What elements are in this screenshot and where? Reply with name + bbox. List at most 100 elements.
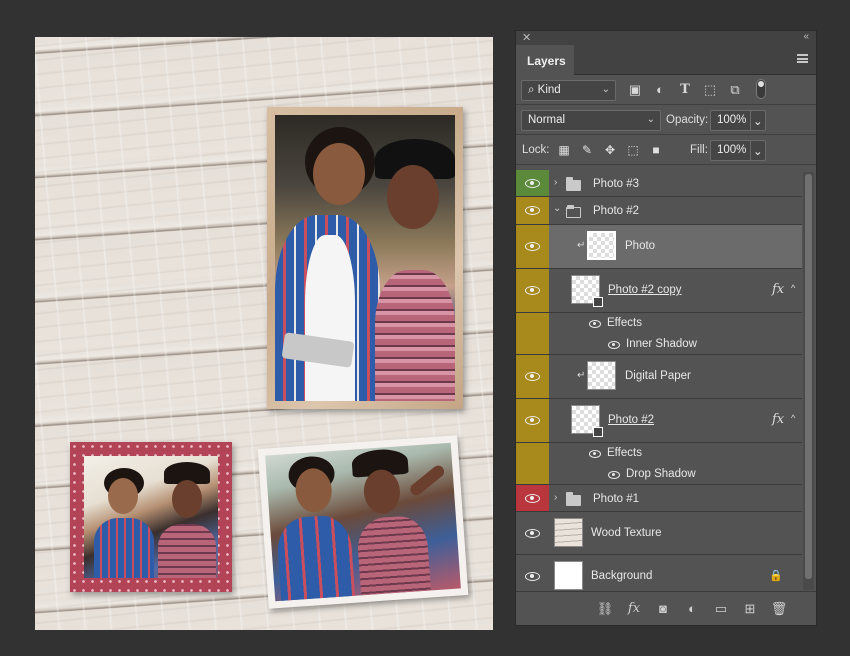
pixel-filter-icon[interactable]: ▣	[627, 82, 643, 98]
blend-mode-value: Normal	[528, 114, 566, 126]
lock-transparent-icon[interactable]: ▦	[557, 143, 571, 157]
layer-photo[interactable]: ↵ Photo	[516, 225, 802, 269]
mask-icon[interactable]: ◙	[654, 601, 672, 617]
layer-thumbnail	[587, 361, 616, 390]
chevron-up-icon[interactable]: ^	[791, 413, 795, 423]
visibility-eye-icon[interactable]	[525, 494, 540, 503]
panel-menu-icon[interactable]	[797, 54, 808, 63]
visibility-eye-icon[interactable]	[525, 416, 540, 425]
layer-effects-row[interactable]: Effects	[516, 443, 802, 464]
layer-color-tag	[516, 512, 549, 554]
layer-color-tag	[516, 355, 549, 398]
layer-name: Digital Paper	[625, 370, 691, 382]
collapse-chevron-icon[interactable]: ⌄	[553, 203, 561, 214]
woman-top-tilt	[355, 514, 432, 600]
effects-eye-icon[interactable]	[589, 320, 601, 328]
photo-2-frame[interactable]	[267, 107, 463, 409]
mask-badge-icon	[593, 427, 603, 437]
kind-filter-label: Kind	[537, 84, 561, 96]
layer-inner-shadow[interactable]: Inner Shadow	[516, 334, 802, 355]
chevron-up-icon[interactable]: ^	[791, 283, 795, 293]
photo-3-frame[interactable]	[257, 435, 469, 609]
visibility-eye-icon[interactable]	[525, 572, 540, 581]
layer-name: Photo #2	[593, 205, 640, 217]
kind-filter-select[interactable]: ⌕ Kind ⌄	[521, 80, 616, 101]
adjustment-filter-icon[interactable]: ◐	[652, 82, 668, 98]
trash-icon[interactable]: 🗑	[770, 601, 788, 617]
search-icon: ⌕	[528, 84, 535, 96]
adjustment-icon[interactable]: ◐	[683, 601, 701, 617]
canvas-area[interactable]	[0, 0, 510, 656]
lock-paint-icon[interactable]: ✎	[580, 143, 594, 157]
visibility-eye-icon[interactable]	[525, 286, 540, 295]
collapse-icon[interactable]: «	[803, 31, 809, 42]
photo-1-frame[interactable]	[70, 442, 232, 592]
woman-face-tilt	[362, 468, 402, 515]
lock-icon[interactable]: 🔒	[769, 569, 783, 582]
layers-panel: ✕ « Layers ⌕ Kind ⌄ ▣ ◐ T ⬚ ⧉ Normal ⌄ O…	[515, 30, 817, 626]
blend-mode-select[interactable]: Normal ⌄	[521, 110, 661, 131]
visibility-eye-icon[interactable]	[525, 206, 540, 215]
layer-thumbnail	[571, 405, 603, 437]
visibility-eye-icon[interactable]	[525, 242, 540, 251]
folder-icon	[566, 492, 581, 506]
layers-scrollbar[interactable]	[803, 172, 814, 590]
expand-chevron-icon[interactable]: ›	[554, 492, 557, 503]
blend-row: Normal ⌄ Opacity: 100% ⌄	[516, 105, 816, 135]
smart-object-filter-icon[interactable]: ⧉	[727, 82, 743, 98]
expand-chevron-icon[interactable]: ›	[554, 177, 557, 188]
layer-effects-row[interactable]: Effects	[516, 313, 802, 334]
shape-filter-icon[interactable]: ⬚	[702, 82, 718, 98]
layer-thumbnail	[571, 275, 603, 307]
fill-dropdown[interactable]: ⌄	[750, 140, 766, 161]
fx-icon[interactable]: fx	[772, 412, 784, 427]
effect-name: Drop Shadow	[626, 468, 696, 480]
visibility-eye-icon[interactable]	[525, 372, 540, 381]
layer-name: Photo #2	[608, 414, 655, 426]
effect-name: Inner Shadow	[626, 338, 697, 350]
lock-all-icon[interactable]: ■	[649, 143, 663, 157]
layer-photo-1[interactable]: › Photo #1	[516, 485, 802, 512]
fx-icon[interactable]: fx	[625, 601, 643, 617]
fx-icon[interactable]: fx	[772, 282, 784, 297]
layer-drop-shadow[interactable]: Drop Shadow	[516, 464, 802, 485]
close-icon[interactable]: ✕	[522, 31, 531, 44]
layer-thumbnail	[554, 518, 583, 547]
chevron-down-icon: ⌄	[753, 146, 763, 158]
layers-list: › Photo #3 ⌄ Photo #2 ↵ Photo Photo #2 c…	[516, 170, 816, 592]
tab-layers[interactable]: Layers	[516, 45, 574, 75]
layer-photo-3[interactable]: › Photo #3	[516, 170, 802, 197]
layer-photo-2-group[interactable]: ⌄ Photo #2	[516, 197, 802, 225]
scrollbar-thumb[interactable]	[805, 174, 812, 579]
layer-color-tag	[516, 555, 549, 592]
chevron-down-icon: ⌄	[753, 116, 763, 128]
layer-background[interactable]: Background 🔒	[516, 555, 802, 592]
visibility-eye-icon[interactable]	[525, 179, 540, 188]
layer-color-tag	[516, 399, 549, 442]
layer-wood-texture[interactable]: Wood Texture	[516, 512, 802, 555]
lock-label: Lock:	[522, 144, 550, 156]
layer-color-tag	[516, 464, 549, 484]
layer-color-tag	[516, 313, 549, 334]
layer-name: Wood Texture	[591, 527, 662, 539]
filter-toggle[interactable]	[756, 79, 766, 99]
effect-eye-icon[interactable]	[608, 341, 620, 349]
link-icon[interactable]: ⛓	[596, 601, 614, 617]
visibility-eye-icon[interactable]	[525, 529, 540, 538]
folder-icon	[566, 177, 581, 191]
lock-position-icon[interactable]: ✥	[603, 143, 617, 157]
chevron-down-icon: ⌄	[601, 84, 610, 95]
type-filter-icon[interactable]: T	[677, 82, 693, 98]
layer-photo-2-copy[interactable]: Photo #2 copy fx ^	[516, 269, 802, 313]
layer-name: Background	[591, 570, 653, 582]
new-layer-icon[interactable]: ⊞	[741, 601, 759, 617]
effect-eye-icon[interactable]	[608, 471, 620, 479]
document-canvas[interactable]	[35, 37, 493, 630]
opacity-dropdown[interactable]: ⌄	[750, 110, 766, 131]
man-tshirt	[305, 235, 355, 401]
group-icon[interactable]: ▭	[712, 601, 730, 617]
layer-photo-2[interactable]: Photo #2 fx ^	[516, 399, 802, 443]
effects-eye-icon[interactable]	[589, 450, 601, 458]
lock-artboard-icon[interactable]: ⬚	[626, 143, 640, 157]
layer-digital-paper[interactable]: ↵ Digital Paper	[516, 355, 802, 399]
